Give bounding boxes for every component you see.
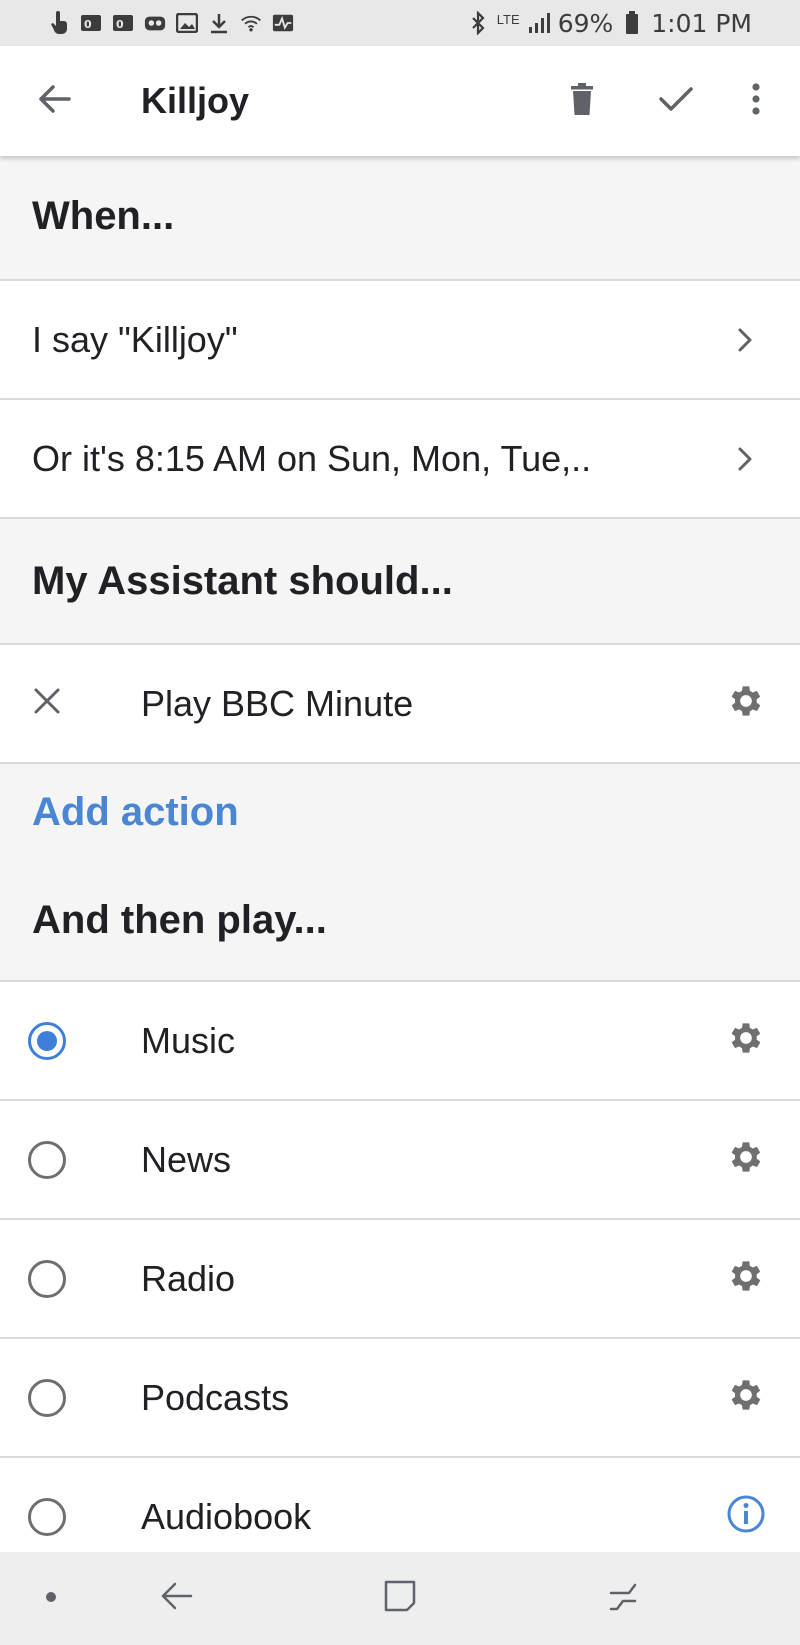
status-icons-right: LTE 69% 1:01 PM <box>467 9 752 38</box>
radio-unselected-icon <box>28 1140 66 1179</box>
radio-unselected-icon <box>28 1497 66 1536</box>
remove-action-button[interactable] <box>26 645 68 762</box>
gear-icon <box>726 1018 766 1063</box>
close-icon <box>33 687 61 720</box>
radio-unselected-icon <box>28 1378 66 1417</box>
play-option-podcasts[interactable]: Podcasts <box>0 1339 800 1458</box>
bluetooth-icon <box>467 11 489 35</box>
recents-icon <box>605 1579 641 1618</box>
assistant-section-title: My Assistant should... <box>32 559 453 603</box>
save-button[interactable] <box>641 46 711 156</box>
music-radio-button[interactable] <box>26 982 68 1099</box>
radio-radio-button[interactable] <box>26 1220 68 1337</box>
lte-icon: LTE <box>496 11 520 27</box>
play-option-music[interactable]: Music <box>0 982 800 1101</box>
action-row[interactable]: Play BBC Minute <box>0 645 800 764</box>
dot-icon <box>45 1590 57 1608</box>
radio-selected-icon <box>28 1021 66 1060</box>
signal-icon <box>528 12 550 34</box>
podcasts-settings-button[interactable] <box>724 1339 768 1456</box>
action-settings-button[interactable] <box>724 645 768 762</box>
radio-settings-button[interactable] <box>724 1220 768 1337</box>
battery-icon <box>621 11 643 34</box>
gear-icon <box>726 1375 766 1420</box>
nav-recents-button[interactable] <box>583 1552 663 1645</box>
add-action-link[interactable]: Add action <box>32 790 239 835</box>
clock: 1:01 PM <box>651 8 752 38</box>
gear-icon <box>726 681 766 726</box>
play-option-label: Podcasts <box>141 1377 290 1418</box>
play-option-news[interactable]: News <box>0 1101 800 1220</box>
home-icon <box>383 1579 417 1618</box>
nav-back-button[interactable] <box>136 1552 216 1645</box>
pulse-icon <box>272 12 294 34</box>
back-button[interactable] <box>19 46 89 156</box>
chevron-right-icon <box>730 400 760 517</box>
check-icon <box>659 86 693 117</box>
trigger-time-text: Or it's 8:15 AM on Sun, Mon, Tue,.. <box>32 438 592 479</box>
play-option-radio[interactable]: Radio <box>0 1220 800 1339</box>
info-icon <box>726 1494 766 1539</box>
svg-text:0: 0 <box>84 18 92 31</box>
more-options-button[interactable] <box>721 46 791 156</box>
download-icon <box>208 12 230 34</box>
podcasts-radio-button[interactable] <box>26 1339 68 1456</box>
back-icon <box>159 1581 193 1616</box>
page-title: Killjoy <box>141 80 250 121</box>
back-arrow-icon <box>37 84 71 119</box>
touch-icon <box>48 11 70 35</box>
app-bar: Killjoy <box>0 46 800 156</box>
play-section-title: And then play... <box>32 898 327 942</box>
trigger-phrase-row[interactable]: I say "Killjoy" <box>0 281 800 400</box>
chevron-right-icon <box>730 281 760 398</box>
trigger-phrase-text: I say "Killjoy" <box>32 319 238 360</box>
when-section-title: When... <box>32 194 175 238</box>
trash-icon <box>568 82 596 121</box>
radio-unselected-icon <box>28 1259 66 1298</box>
outlook-icon: 0 <box>80 12 102 34</box>
nav-home-button[interactable] <box>360 1552 440 1645</box>
play-option-audiobook[interactable]: Audiobook <box>0 1458 800 1552</box>
wifi-calling-icon <box>240 12 262 34</box>
status-icons-left: 0 0 <box>48 11 294 35</box>
delete-button[interactable] <box>547 46 617 156</box>
trigger-time-row[interactable]: Or it's 8:15 AM on Sun, Mon, Tue,.. <box>0 400 800 519</box>
music-settings-button[interactable] <box>724 982 768 1099</box>
voicemail-icon <box>144 12 166 34</box>
gear-icon <box>726 1137 766 1182</box>
more-vert-icon <box>751 82 761 120</box>
action-text: Play BBC Minute <box>141 683 414 724</box>
news-settings-button[interactable] <box>724 1101 768 1218</box>
news-radio-button[interactable] <box>26 1101 68 1218</box>
svg-text:0: 0 <box>116 18 124 31</box>
assistant-section-header: My Assistant should... <box>0 519 800 645</box>
gear-icon <box>726 1256 766 1301</box>
image-icon <box>176 12 198 34</box>
nav-dot-button[interactable] <box>11 1552 91 1645</box>
play-option-label: Radio <box>141 1258 236 1299</box>
status-bar: 0 0 LTE 69% 1:01 PM <box>0 0 800 46</box>
battery-percent: 69% <box>557 8 614 38</box>
when-section-header: When... <box>0 156 800 281</box>
outlook-icon: 0 <box>112 12 134 34</box>
navigation-bar <box>0 1552 800 1645</box>
play-section-header: Add action And then play... <box>0 764 800 982</box>
play-option-label: News <box>141 1139 232 1180</box>
play-option-label: Music <box>141 1020 236 1061</box>
